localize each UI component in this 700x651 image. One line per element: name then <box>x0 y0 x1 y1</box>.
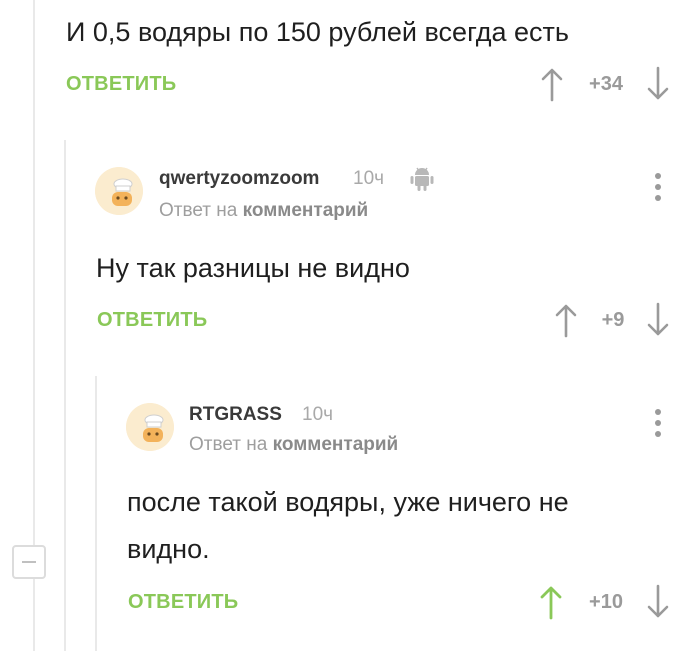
more-vertical-icon[interactable] <box>648 169 668 205</box>
reply-to-link[interactable]: комментарий <box>273 434 399 455</box>
arrow-down-icon[interactable] <box>647 302 669 338</box>
vote-score: +34 <box>589 73 623 95</box>
avatar[interactable] <box>126 403 174 451</box>
reply-to-prefix: Ответ на <box>189 434 268 455</box>
reply-to-line: Ответ на комментарий <box>189 434 398 456</box>
username[interactable]: qwertyzoomzoom <box>159 168 319 190</box>
more-vertical-icon[interactable] <box>648 405 668 441</box>
comment-time: 10ч <box>302 404 334 425</box>
vote-score: +9 <box>601 309 625 331</box>
comment-text: И 0,5 водяры по 150 рублей всегда есть <box>66 17 569 47</box>
reply-to-link[interactable]: комментарий <box>243 200 369 221</box>
arrow-down-icon[interactable] <box>647 584 669 620</box>
minus-icon <box>22 561 36 563</box>
thread-line-level-3 <box>95 376 97 651</box>
reply-to-prefix: Ответ на <box>159 200 238 221</box>
android-icon <box>409 164 435 192</box>
comment-text-line-2: видно. <box>127 534 210 564</box>
comment-text-line-1: после такой водяры, уже ничего не <box>127 487 569 517</box>
default-avatar-icon <box>95 167 143 215</box>
arrow-up-icon[interactable] <box>541 66 563 102</box>
arrow-up-icon[interactable] <box>555 302 577 338</box>
reply-to-line: Ответ на комментарий <box>159 200 368 222</box>
arrow-down-icon[interactable] <box>647 66 669 102</box>
comment-text: Ну так разницы не видно <box>96 253 410 283</box>
reply-button[interactable]: ОТВЕТИТЬ <box>97 309 207 332</box>
comment-time: 10ч <box>353 168 385 189</box>
avatar[interactable] <box>95 167 143 215</box>
vote-score: +10 <box>589 591 623 613</box>
username[interactable]: RTGRASS <box>189 404 282 426</box>
collapse-thread-button[interactable] <box>12 545 46 579</box>
arrow-up-icon[interactable] <box>540 584 562 620</box>
thread-line-level-2 <box>64 140 66 651</box>
default-avatar-icon <box>126 403 174 451</box>
reply-button[interactable]: ОТВЕТИТЬ <box>66 73 176 96</box>
reply-button[interactable]: ОТВЕТИТЬ <box>128 591 238 614</box>
